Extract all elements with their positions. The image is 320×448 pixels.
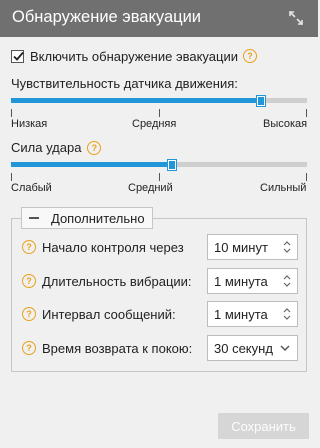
vibration-duration-spinner[interactable]: 1 минута [207,268,298,294]
tick-label-weak: Слабый [11,182,52,194]
spinner-arrows-icon[interactable] [283,240,291,254]
spinner-arrows-icon[interactable] [283,307,291,321]
help-icon[interactable]: ? [87,140,102,155]
chevron-down-icon[interactable] [280,345,290,352]
help-icon[interactable]: ? [22,307,36,321]
tick-label-strong: Сильный [260,182,307,194]
slider-tick [11,173,12,181]
option-row: ? Длительность вибрации: [22,268,192,294]
spinner-value: 1 минута [214,274,268,289]
return-to-rest-dropdown[interactable]: 30 секунд [207,335,298,361]
title-bar: Обнаружение эвакуации [0,0,318,37]
tick-label-medium: Средняя [132,118,177,130]
collapse-icon [29,217,39,219]
check-mark-icon [13,51,24,61]
tick-label-medium: Средний [128,182,173,194]
option-label: Интервал сообщений: [42,306,176,322]
slider-thumb[interactable] [167,159,177,171]
expand-icon[interactable] [288,10,304,26]
tick-label-high: Высокая [263,118,308,130]
help-icon[interactable]: ? [22,240,36,254]
slider-tick [159,173,160,181]
help-icon[interactable]: ? [242,49,257,63]
tick-label-low: Низкая [11,118,48,130]
dropdown-value: 30 секунд [214,341,273,356]
advanced-toggle[interactable]: Дополнительно [21,207,153,229]
option-label: Начало контроля через [42,239,184,255]
motion-sensitivity-label: Чувствительность датчика движения: [11,76,238,91]
help-icon[interactable]: ? [22,341,36,355]
option-row: ? Начало контроля через [22,234,184,260]
window-title: Обнаружение эвакуации [12,8,202,26]
save-button[interactable]: Сохранить [218,413,309,439]
spinner-value: 10 минут [214,240,268,255]
option-row: ? Время возврата к покою: [22,335,192,361]
help-icon[interactable]: ? [22,274,36,288]
slider-tick [159,109,160,117]
motion-sensitivity-slider[interactable] [11,95,307,107]
spinner-value: 1 минута [214,307,268,322]
advanced-legend: Дополнительно [51,210,145,226]
slider-fill [11,98,260,103]
impact-force-label: Сила удара [11,140,82,155]
slider-tick [306,109,307,117]
impact-force-slider[interactable] [11,159,307,171]
enable-detection-label: Включить обнаружение эвакуации [30,48,238,64]
slider-thumb[interactable] [256,95,266,107]
option-label: Время возврата к покою: [42,340,193,356]
enable-detection-row[interactable]: Включить обнаружение эвакуации ? [11,47,257,65]
start-monitoring-spinner[interactable]: 10 минут [207,234,298,260]
slider-tick [306,173,307,181]
enable-detection-checkbox[interactable] [11,49,24,63]
slider-fill [11,162,171,167]
message-interval-spinner[interactable]: 1 минута [207,301,298,327]
option-row: ? Интервал сообщений: [22,301,176,327]
slider-tick [11,109,12,117]
option-label: Длительность вибрации: [42,273,192,289]
impact-force-header: Сила удара ? [11,140,102,155]
spinner-arrows-icon[interactable] [283,274,291,288]
